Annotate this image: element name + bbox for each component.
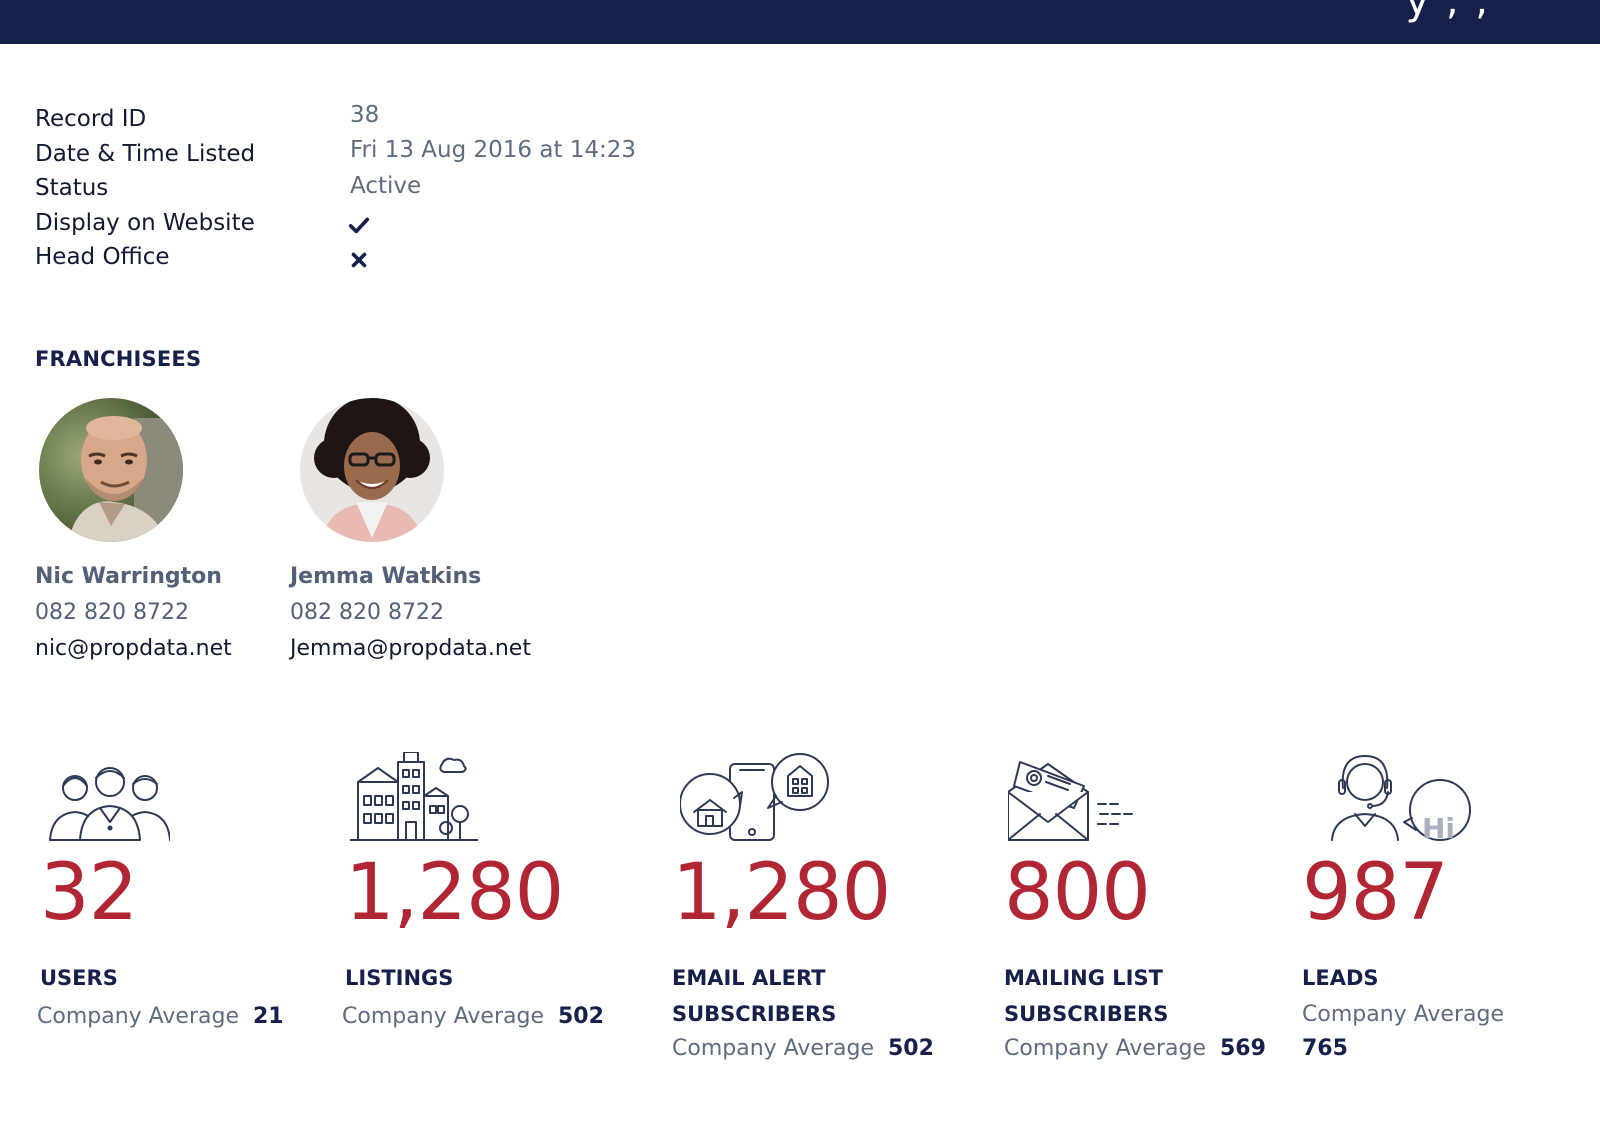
franchisee-card: Jemma Watkins 082 820 8722 Jemma@propdat…	[290, 398, 531, 661]
stat-value: 1,280	[345, 848, 564, 938]
company-average-label: Company Average	[1302, 1002, 1504, 1027]
users-group-icon	[49, 767, 170, 841]
avatar-woman-photo	[300, 398, 444, 542]
detail-value: 38	[350, 102, 380, 128]
buildings-icon	[350, 752, 478, 841]
detail-label: Display on Website	[35, 210, 255, 236]
company-average-value: 765	[1302, 1036, 1348, 1061]
franchisee-name: Jemma Watkins	[290, 564, 482, 589]
company-average: Company Average 21	[37, 1004, 284, 1029]
stat-value: 800	[1004, 848, 1151, 938]
stat-value: 987	[1302, 848, 1449, 938]
stat-label: USERS	[40, 966, 118, 990]
franchisees-heading: FRANCHISEES	[35, 347, 202, 371]
stat-label: MAILING LIST SUBSCRIBERS	[1004, 966, 1169, 1026]
detail-label: Status	[35, 175, 109, 201]
detail-label: Record ID	[35, 106, 147, 132]
avatar-man-photo	[39, 398, 183, 542]
stat-label: LEADS	[1302, 966, 1379, 990]
franchisee-phone[interactable]: 082 820 8722	[35, 600, 189, 625]
status-value: Active	[350, 173, 422, 199]
company-average: Company Average 502	[342, 1004, 604, 1029]
cross-icon	[351, 252, 367, 268]
franchisee-email[interactable]: Jemma@propdata.net	[290, 636, 531, 661]
stat-value: 32	[40, 848, 138, 938]
detail-label: Date & Time Listed	[35, 141, 256, 167]
stat-label: EMAIL ALERT SUBSCRIBERS	[672, 966, 837, 1026]
mobile-property-alert-icon	[680, 753, 829, 841]
detail-value: Fri 13 Aug 2016 at 14:23	[350, 137, 637, 163]
company-average: Company Average 569	[1004, 1036, 1266, 1061]
company-average: Company Average 502	[672, 1036, 934, 1061]
top-header-bar: y , ,	[0, 0, 1600, 44]
stat-label: LISTINGS	[345, 966, 454, 990]
avatar[interactable]	[300, 398, 444, 542]
envelope-mail-icon	[1008, 761, 1133, 841]
stat-value: 1,280	[672, 848, 891, 938]
franchisee-email[interactable]: nic@propdata.net	[35, 636, 232, 661]
franchisee-card: Nic Warrington 082 820 8722 nic@propdata…	[35, 398, 232, 661]
check-icon	[348, 217, 370, 234]
franchisee-name: Nic Warrington	[35, 564, 222, 589]
detail-label: Head Office	[35, 244, 170, 270]
support-agent-hi-icon: Hi	[1331, 755, 1471, 844]
avatar[interactable]	[39, 398, 183, 542]
franchisee-phone[interactable]: 082 820 8722	[290, 600, 444, 625]
svg-text:Hi: Hi	[1422, 812, 1455, 844]
header-title: y , ,	[1405, 0, 1490, 24]
